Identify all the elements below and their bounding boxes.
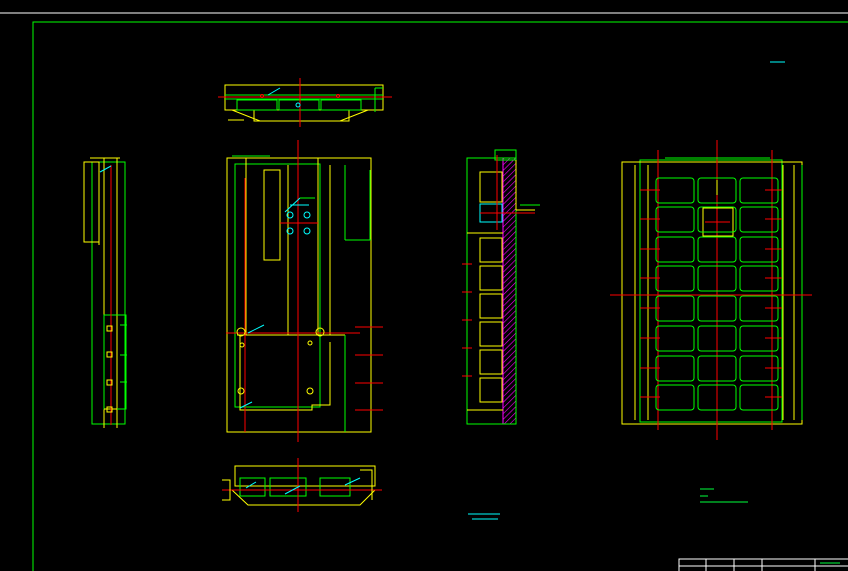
- annotation-marks: [468, 61, 840, 564]
